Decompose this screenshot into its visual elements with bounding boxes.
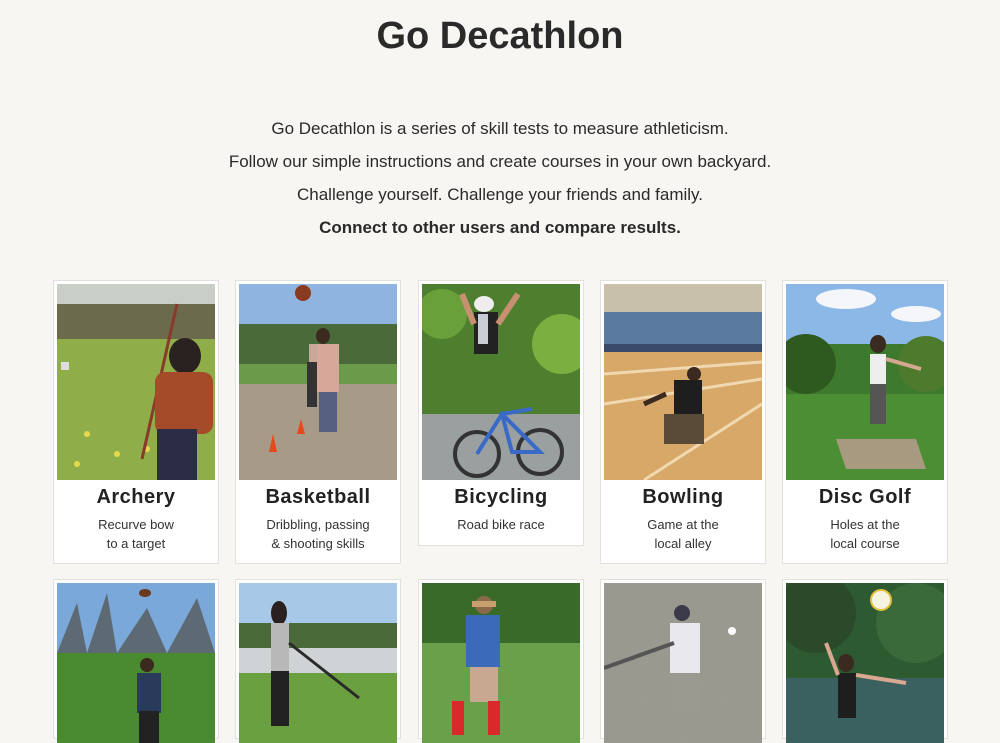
field-hockey-photo [239,583,397,743]
event-card[interactable] [235,579,401,743]
intro-line: Follow our simple instructions and creat… [228,152,772,171]
event-desc-line: local course [830,536,900,551]
event-card-bowling[interactable]: Bowling Game at the local alley [600,280,766,564]
volleyball-photo [786,583,944,743]
football-throw-photo [57,583,215,743]
event-card[interactable] [782,579,948,743]
event-description: Road bike race [419,515,583,534]
event-description: Recurve bow to a target [54,515,218,553]
event-card-archery[interactable]: Archery Recurve bow to a target [53,280,219,564]
event-card-bicycling[interactable]: Bicycling Road bike race [418,280,584,546]
intro-text: Go Decathlon is a series of skill tests … [0,112,1000,244]
event-desc-line: Recurve bow [98,517,174,532]
basketball-photo [239,284,397,480]
event-desc-line: Road bike race [457,517,545,532]
event-card-basketball[interactable]: Basketball Dribbling, passing & shooting… [235,280,401,564]
event-desc-line: to a target [106,536,166,551]
intro-line: Challenge yourself. Challenge your frien… [296,185,704,204]
softball-batting-photo [604,583,762,743]
event-description: Game at the local alley [601,515,765,553]
event-title: Bicycling [454,486,548,508]
page-title: Go Decathlon [376,15,624,57]
archery-photo [57,284,215,480]
event-description: Holes at the local course [783,515,947,553]
disc-golf-photo [786,284,944,480]
event-desc-line: & shooting skills [271,536,365,551]
event-title: Basketball [265,486,371,508]
intro-line: Go Decathlon is a series of skill tests … [271,119,729,138]
intro-line-bold: Connect to other users and compare resul… [319,218,681,237]
event-desc-line: Holes at the [830,517,900,532]
event-title: Disc Golf [818,486,912,508]
event-title: Bowling [642,486,724,508]
bowling-photo [604,284,762,480]
event-card[interactable] [418,579,584,743]
event-desc-line: Dribbling, passing [266,517,370,532]
event-card-disc-golf[interactable]: Disc Golf Holes at the local course [782,280,948,564]
bicycling-photo [422,284,580,480]
event-card[interactable] [600,579,766,743]
event-desc-line: local alley [654,536,712,551]
event-desc-line: Game at the [647,517,719,532]
event-title: Archery [96,486,176,508]
event-description: Dribbling, passing & shooting skills [236,515,400,553]
event-card[interactable] [53,579,219,743]
soccer-kick-photo [422,583,580,743]
